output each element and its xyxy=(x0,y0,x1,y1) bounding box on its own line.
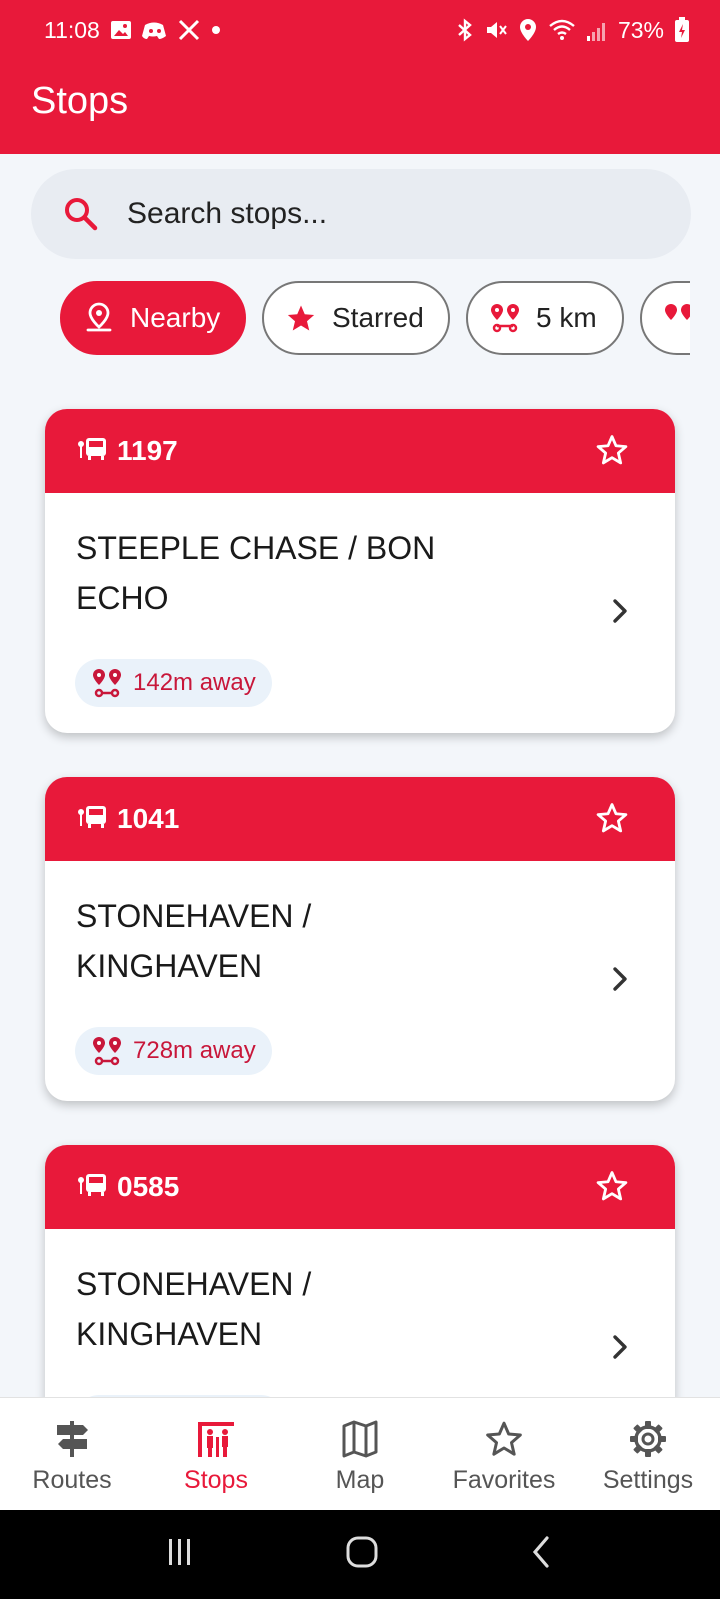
signal-icon xyxy=(586,18,608,42)
location-icon xyxy=(518,18,538,42)
distance-label: 142m away xyxy=(133,669,256,696)
distance-badge: 728m away xyxy=(75,1027,272,1075)
nav-label: Routes xyxy=(32,1466,112,1494)
route-pins-icon xyxy=(91,667,123,699)
status-bar: 11:08 73% xyxy=(0,0,720,60)
filter-chip-partial[interactable] xyxy=(640,281,690,355)
chevron-right-icon[interactable] xyxy=(605,1327,635,1367)
stop-name: STONEHAVEN / KINGHAVEN xyxy=(76,1266,312,1352)
nav-label: Settings xyxy=(602,1466,694,1494)
chevron-right-icon[interactable] xyxy=(605,959,635,999)
star-outline-icon[interactable] xyxy=(595,433,629,467)
star-outline-icon[interactable] xyxy=(595,1169,629,1203)
filter-chip-label: Starred xyxy=(332,302,424,333)
stop-card-header: 1197 xyxy=(45,409,675,493)
distance-label: 728m away xyxy=(133,1037,256,1064)
route-pins-icon xyxy=(488,301,522,335)
back-button-icon[interactable] xyxy=(527,1534,557,1575)
filter-chip-5km[interactable]: 5 km xyxy=(466,281,624,355)
bluetooth-icon xyxy=(456,18,474,42)
stop-name: STONEHAVEN / KINGHAVEN xyxy=(76,898,312,984)
nav-label: Stops xyxy=(184,1466,248,1494)
stop-card[interactable]: 1041 STONEHAVEN / KINGHAVEN 728m away xyxy=(45,777,675,1101)
signpost-icon xyxy=(51,1418,93,1460)
search-bar[interactable] xyxy=(31,169,691,259)
gear-icon xyxy=(627,1418,669,1460)
stop-name: STEEPLE CHASE / BON ECHO xyxy=(76,530,436,616)
system-navigation-bar xyxy=(0,1510,720,1599)
battery-percent: 73% xyxy=(617,16,664,43)
star-outline-icon[interactable] xyxy=(595,801,629,835)
more-notifications-dot-icon xyxy=(210,24,222,36)
search-input[interactable] xyxy=(127,197,607,231)
wifi-icon xyxy=(548,18,576,42)
home-button-icon[interactable] xyxy=(344,1534,380,1575)
route-pins-icon xyxy=(91,1035,123,1067)
nav-item-routes[interactable]: Routes xyxy=(0,1398,144,1510)
gallery-notification-icon xyxy=(110,19,132,41)
filter-chip-label: 5 km xyxy=(536,302,597,333)
distance-badge: 142m away xyxy=(75,659,272,707)
bus-stop-icon xyxy=(77,1172,107,1203)
chevron-right-icon[interactable] xyxy=(605,591,635,631)
filter-chips: Nearby Starred 5 km xyxy=(60,281,690,357)
stop-card-header: 0585 xyxy=(45,1145,675,1229)
bus-stop-icon xyxy=(77,436,107,467)
nav-item-favorites[interactable]: Favorites xyxy=(432,1398,576,1510)
bus-stop-icon xyxy=(195,1418,237,1460)
bottom-navigation: Routes Stops Map Favorites Settings xyxy=(0,1397,720,1510)
filter-chip-label: Nearby xyxy=(130,302,221,333)
nav-label: Favorites xyxy=(452,1466,556,1494)
mute-icon xyxy=(484,18,508,42)
battery-icon xyxy=(674,17,690,43)
location-pin-icon xyxy=(82,301,116,335)
nav-item-map[interactable]: Map xyxy=(288,1398,432,1510)
filter-chip-starred[interactable]: Starred xyxy=(262,281,450,355)
map-icon xyxy=(339,1418,381,1460)
star-filled-icon xyxy=(284,301,318,335)
stop-code: 0585 xyxy=(117,1171,180,1202)
stop-code: 1197 xyxy=(117,435,178,466)
nav-label: Map xyxy=(335,1466,385,1494)
nav-item-settings[interactable]: Settings xyxy=(576,1398,720,1510)
stop-card-header: 1041 xyxy=(45,777,675,861)
search-icon xyxy=(61,194,101,234)
stop-card[interactable]: 1197 STEEPLE CHASE / BON ECHO 142m away xyxy=(45,409,675,733)
page-title: Stops xyxy=(31,80,129,122)
bus-stop-icon xyxy=(77,804,107,835)
route-pins-icon xyxy=(662,301,690,335)
star-outline-icon xyxy=(483,1418,525,1460)
discord-notification-icon xyxy=(141,19,168,41)
stop-code: 1041 xyxy=(117,803,180,834)
recents-button-icon[interactable] xyxy=(163,1535,197,1574)
app-bar: 11:08 73% Stops xyxy=(0,0,720,154)
status-time: 11:08 xyxy=(44,16,100,43)
nav-item-stops[interactable]: Stops xyxy=(144,1398,288,1510)
filter-chip-nearby[interactable]: Nearby xyxy=(60,281,246,355)
x-notification-icon xyxy=(178,19,200,41)
